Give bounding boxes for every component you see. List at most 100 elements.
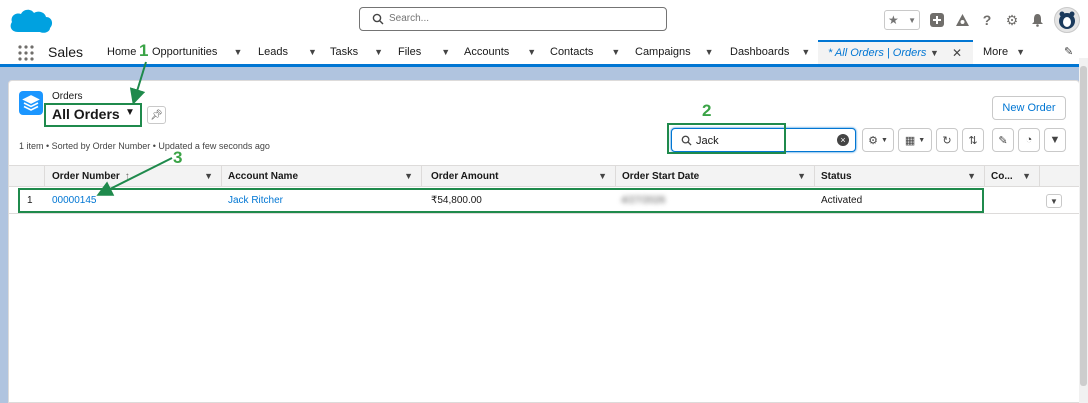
filter-icon: ▼	[1049, 134, 1061, 146]
close-tab-icon[interactable]: ✕	[952, 46, 962, 60]
table-icon: ▦	[904, 134, 916, 147]
notification-bell-icon[interactable]	[1029, 12, 1045, 28]
chevron-down-icon: ▼	[1016, 47, 1025, 57]
setup-gear-icon[interactable]: ⚙	[1004, 12, 1020, 28]
annotation-box-row	[18, 188, 984, 213]
page-scrollbar[interactable]	[1079, 58, 1088, 403]
column-header-account-name[interactable]: Account Name ▼	[222, 166, 422, 187]
help-icon[interactable]: ?	[979, 12, 995, 28]
annotation-box-search	[667, 123, 786, 154]
column-label: Co...	[991, 171, 1013, 182]
table-header: Order Number ↑ ▼ Account Name ▼ Order Amoun…	[9, 165, 1079, 187]
column-header-order-start-date[interactable]: Order Start Date ▼	[616, 166, 815, 187]
avatar[interactable]	[1054, 7, 1080, 33]
chevron-down-icon[interactable]: ▼	[1022, 171, 1031, 181]
pin-icon: 📌︎	[150, 109, 163, 121]
nav-item-label: Campaigns	[635, 46, 691, 58]
column-label: Order Start Date	[622, 171, 700, 182]
chevron-down-icon[interactable]: ▼	[527, 47, 536, 57]
chevron-down-icon[interactable]: ▼	[967, 171, 976, 181]
pencil-icon: ✎	[998, 134, 1008, 147]
chevron-down-icon[interactable]: ▼	[404, 171, 413, 181]
sort-icon: ⇅	[968, 134, 978, 147]
nav-item-label: Contacts	[550, 46, 594, 58]
nav-item-contacts[interactable]: Contacts ▼	[550, 40, 620, 64]
column-header-co[interactable]: Co... ▼	[985, 166, 1040, 187]
chevron-down-icon[interactable]: ▼	[441, 47, 450, 57]
column-label: Status	[821, 171, 852, 182]
favorites-star-icon: ★	[888, 13, 899, 27]
list-view-meta: 1 item • Sorted by Order Number • Update…	[19, 141, 270, 151]
clear-search-icon[interactable]: ×	[837, 134, 849, 146]
salesforce-cloud-logo[interactable]	[8, 5, 54, 37]
pie-chart-icon: ◔	[1025, 134, 1033, 146]
annotation-number-2: 2	[702, 101, 712, 120]
chevron-down-icon[interactable]: ▼	[611, 47, 620, 57]
row-actions-dropdown[interactable]: ▼	[1046, 194, 1062, 208]
nav-item-label: Accounts	[464, 46, 510, 58]
chevron-down-icon[interactable]: ▼	[308, 47, 317, 57]
chevron-down-icon[interactable]: ▼	[374, 47, 383, 57]
nav-item-label: Dashboards	[730, 46, 790, 58]
new-order-button[interactable]: New Order	[992, 96, 1066, 120]
pin-list-view-button[interactable]: 📌︎	[147, 106, 166, 124]
favorites-button[interactable]: ★ ▼	[884, 10, 920, 30]
nav-item-label: Home	[107, 46, 137, 58]
column-label: Order Amount	[431, 171, 499, 182]
nav-item-label: Tasks	[330, 46, 359, 58]
refresh-icon: ↻	[942, 134, 952, 147]
nav-item-leads[interactable]: Leads ▼	[258, 40, 317, 64]
active-tab-label: * All Orders | Orders	[828, 47, 927, 59]
trailhead-icon[interactable]	[954, 12, 970, 28]
scrollbar-thumb[interactable]	[1080, 66, 1087, 386]
edit-nav-pencil-icon[interactable]: ✎	[1064, 45, 1073, 58]
column-header-order-amount[interactable]: Order Amount ▼	[422, 166, 616, 187]
global-search-input[interactable]: Search...	[359, 7, 667, 31]
filter-button[interactable]: ▼	[1044, 128, 1066, 152]
display-as-table-button[interactable]: ▦ ▼	[898, 128, 932, 152]
app-name: Sales	[48, 44, 84, 60]
row-number-header	[9, 166, 45, 187]
sort-ascending-icon: ↑	[124, 171, 130, 182]
chevron-down-icon: ▼	[918, 136, 926, 144]
app-launcher-icon[interactable]	[18, 45, 34, 61]
chevron-down-icon[interactable]: ▼	[801, 47, 810, 57]
object-label: Orders	[52, 91, 83, 102]
chevron-down-icon[interactable]: ▼	[598, 171, 607, 181]
nav-item-campaigns[interactable]: Campaigns ▼	[635, 40, 714, 64]
nav-item-label: Opportunities	[152, 46, 218, 58]
add-icon[interactable]	[929, 12, 945, 28]
chevron-down-icon[interactable]: ▼	[797, 171, 806, 181]
search-placeholder: Search...	[389, 13, 430, 24]
nav-item-accounts[interactable]: Accounts ▼	[464, 40, 536, 64]
refresh-button[interactable]: ↻	[936, 128, 958, 152]
nav-item-label: Files	[398, 46, 422, 58]
nav-more-label: More	[983, 46, 1009, 58]
chevron-down-icon[interactable]: ▼	[930, 48, 939, 58]
column-label: Order Number	[52, 171, 120, 182]
nav-item-tasks[interactable]: Tasks ▼	[330, 40, 383, 64]
nav-item-home[interactable]: Home	[107, 40, 136, 64]
search-icon	[372, 13, 384, 25]
annotation-box-list-view	[44, 103, 142, 127]
nav-item-opportunities[interactable]: Opportunities ▼	[152, 40, 242, 64]
tab-all-orders[interactable]: * All Orders | Orders ▼ ✕	[818, 40, 973, 64]
annotation-number-1: 1	[139, 41, 149, 60]
nav-item-files[interactable]: Files ▼	[398, 40, 450, 64]
nav-item-dashboards[interactable]: Dashboards ▼	[730, 40, 810, 64]
charts-button[interactable]: ◔	[1018, 128, 1040, 152]
list-view-controls-button[interactable]: ⚙ ▼	[862, 128, 894, 152]
chevron-down-icon[interactable]: ▼	[204, 171, 213, 181]
sort-button[interactable]: ⇅	[962, 128, 984, 152]
orders-object-icon	[19, 91, 43, 115]
column-header-order-number[interactable]: Order Number ↑ ▼	[45, 166, 222, 187]
app-navigation-bar: Sales Home Opportunities ▼ Leads ▼ Tasks ▼ …	[0, 40, 1088, 67]
nav-more[interactable]: More ▼	[983, 40, 1025, 64]
edit-list-button[interactable]: ✎	[992, 128, 1014, 152]
nav-item-label: Leads	[258, 46, 288, 58]
chevron-down-icon[interactable]: ▼	[705, 47, 714, 57]
column-header-status[interactable]: Status ▼	[815, 166, 985, 187]
header-icons: ★ ▼ ? ⚙	[884, 7, 1080, 33]
chevron-down-icon[interactable]: ▼	[233, 47, 242, 57]
column-label: Account Name	[228, 171, 299, 182]
